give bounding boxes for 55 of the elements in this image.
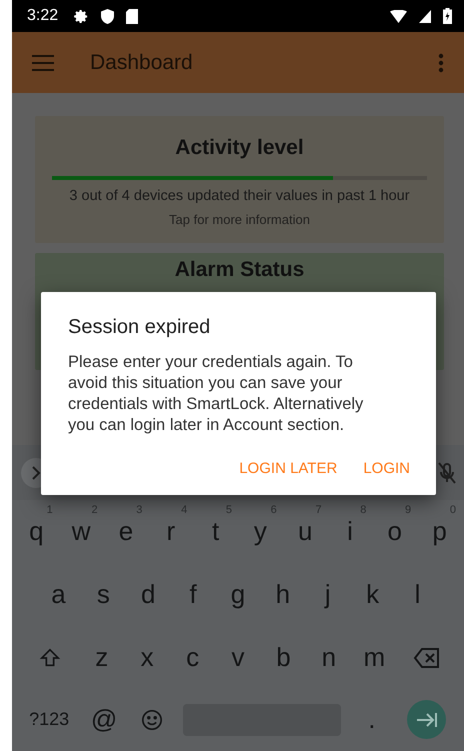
- wifi-icon: [390, 10, 407, 22]
- shift-icon[interactable]: [38, 646, 61, 668]
- keyboard-key[interactable]: i: [347, 516, 353, 547]
- keyboard-key[interactable]: l: [414, 579, 420, 610]
- keyboard-key[interactable]: ?123: [29, 709, 70, 730]
- backspace-icon[interactable]: [412, 646, 441, 668]
- keyboard-key[interactable]: r: [166, 516, 176, 547]
- dialog-title: Session expired: [68, 316, 212, 339]
- login-button[interactable]: LOGIN: [363, 460, 410, 477]
- keyboard-key[interactable]: b: [276, 642, 291, 673]
- keyboard-key[interactable]: q: [29, 516, 44, 547]
- login-later-button[interactable]: LOGIN LATER: [239, 460, 338, 477]
- keyboard-key[interactable]: o: [388, 516, 402, 547]
- chevron-icon: [31, 466, 41, 480]
- card-title: Alarm Status: [174, 258, 304, 282]
- signal-icon: [419, 10, 431, 22]
- app-title: Dashboard: [90, 50, 194, 74]
- keyboard-key[interactable]: j: [324, 579, 331, 610]
- card-title: Activity level: [175, 136, 304, 160]
- activity-card[interactable]: Activity level 3 out of 4 devices updated their values in past 1 hour Tap for more information: [35, 116, 444, 243]
- keyboard-key[interactable]: f: [190, 579, 197, 610]
- keyboard-key[interactable]: w: [72, 516, 91, 547]
- menu-icon[interactable]: [32, 54, 54, 70]
- keyboard-key[interactable]: @: [90, 704, 118, 735]
- keyboard-key[interactable]: k: [366, 579, 380, 610]
- keyboard-key[interactable]: u: [298, 516, 312, 547]
- keyboard-key[interactable]: v: [232, 642, 245, 673]
- enter-button[interactable]: [407, 700, 446, 739]
- sd-card-icon: [126, 8, 138, 24]
- keyboard-key[interactable]: h: [276, 579, 290, 610]
- keyboard-key[interactable]: n: [322, 642, 336, 673]
- card-summary: 3 out of 4 devices updated their values in past 1 hour: [69, 188, 410, 204]
- keyboard-key[interactable]: g: [230, 579, 246, 610]
- mic-off-icon[interactable]: [438, 462, 456, 484]
- keyboard-key[interactable]: t: [212, 516, 220, 547]
- keyboard-key[interactable]: p: [432, 516, 447, 547]
- arrow-icon: [416, 712, 438, 728]
- battery-icon: [443, 8, 452, 24]
- more-icon[interactable]: [438, 52, 444, 72]
- keyboard-key[interactable]: m: [363, 642, 386, 673]
- keyboard-key[interactable]: z: [95, 642, 108, 673]
- keyboard-key[interactable]: s: [96, 579, 110, 610]
- shield-icon: [101, 8, 114, 24]
- status-time: 3:22: [27, 7, 58, 25]
- keyboard-key[interactable]: y: [254, 516, 267, 547]
- keyboard-key[interactable]: e: [118, 516, 134, 547]
- keyboard-key[interactable]: c: [186, 642, 200, 673]
- keyboard-key[interactable]: .: [368, 704, 376, 735]
- emoji-icon[interactable]: [140, 708, 163, 730]
- keyboard-key[interactable]: a: [51, 579, 66, 610]
- keyboard-key[interactable]: x: [140, 642, 154, 673]
- gear-icon: [74, 8, 90, 24]
- dialog-message: Please enter your credentials again. To avoid this situation you can save your credentials with SmartLock. Alternatively you can login later in Account section.: [68, 352, 364, 436]
- keyboard-key[interactable]: d: [140, 579, 156, 610]
- card-hint: Tap for more information: [169, 212, 310, 227]
